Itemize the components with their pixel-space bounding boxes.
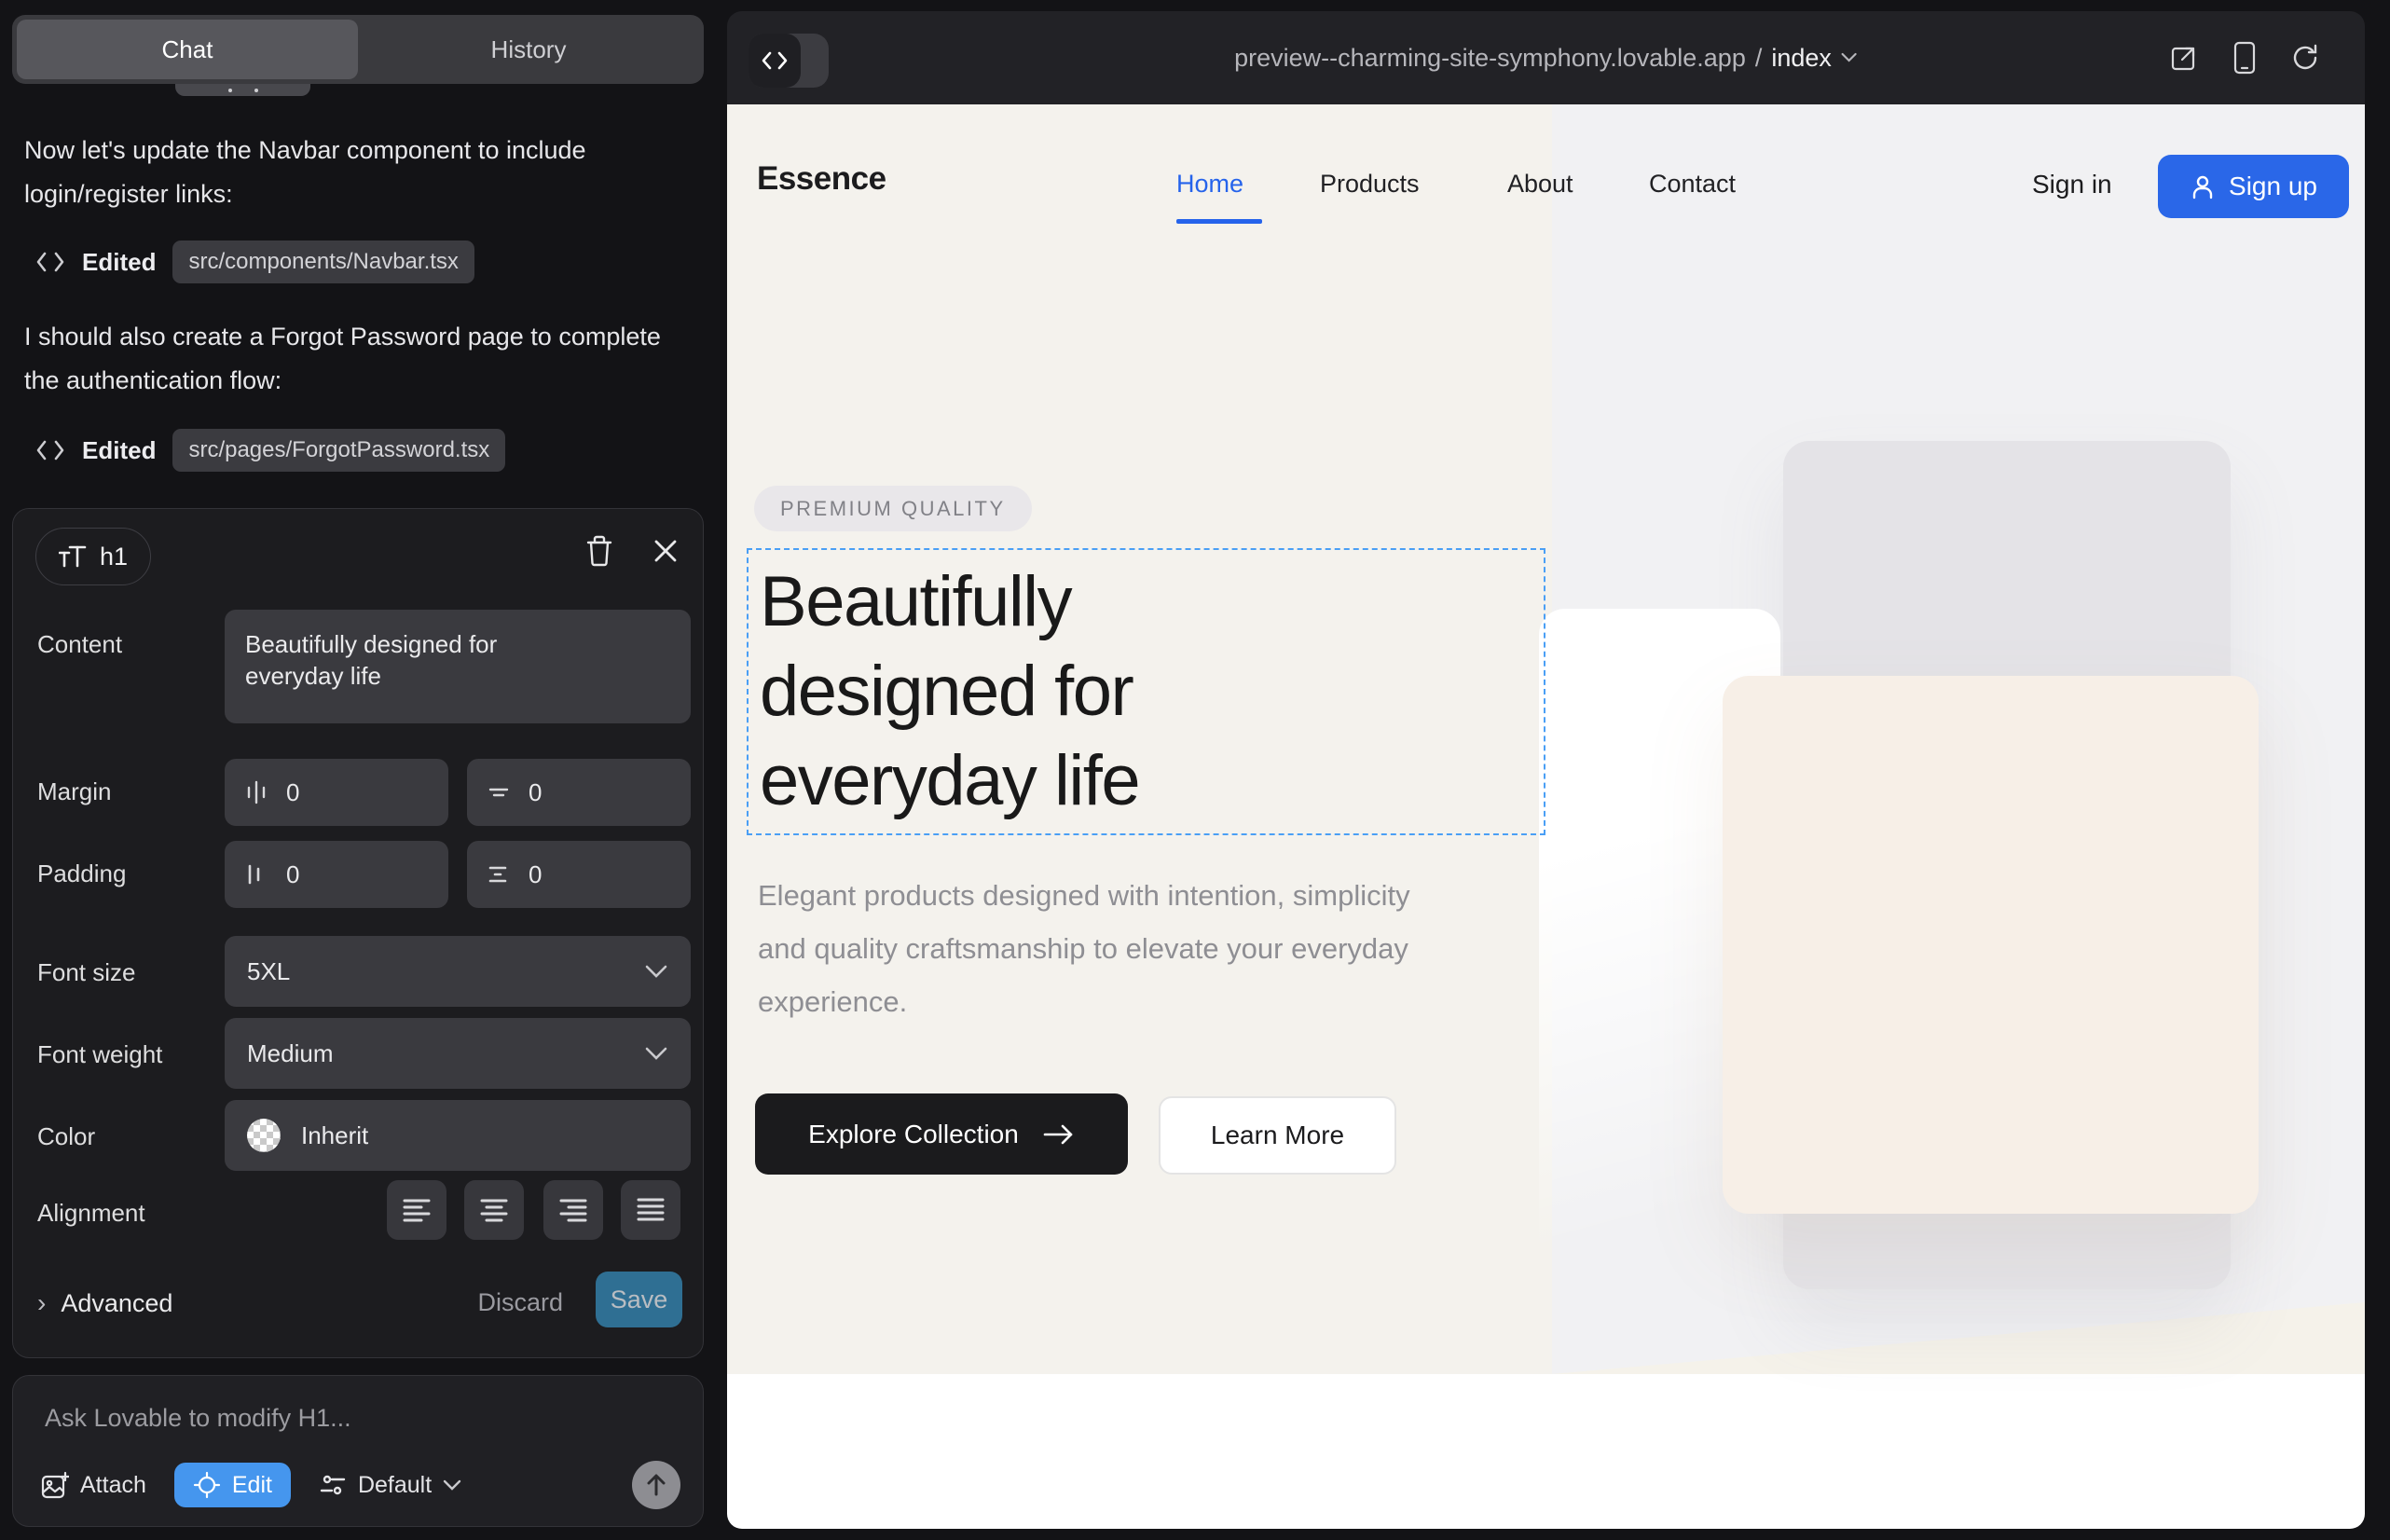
- assistant-message: I should also create a Forgot Password p…: [24, 315, 690, 403]
- tab-chat[interactable]: Chat: [17, 20, 358, 79]
- attach-button[interactable]: Attach: [41, 1471, 146, 1499]
- content-label: Content: [37, 630, 122, 659]
- edited-label: Edited: [82, 436, 156, 465]
- color-select[interactable]: Inherit: [225, 1100, 691, 1171]
- chevron-down-icon: [1841, 52, 1858, 63]
- align-center-icon: [478, 1196, 510, 1224]
- margin-vertical-icon: [486, 779, 512, 805]
- explore-collection-button[interactable]: Explore Collection: [755, 1093, 1128, 1175]
- refresh-icon[interactable]: [2290, 43, 2320, 73]
- hero-heading[interactable]: Beautifully designed for everyday life: [760, 557, 1356, 826]
- url-breadcrumb[interactable]: preview--charming-site-symphony.lovable.…: [1234, 11, 1858, 104]
- transparent-color-swatch: [247, 1119, 281, 1152]
- nav-link-home[interactable]: Home: [1176, 170, 1243, 199]
- margin-x-input[interactable]: 0: [225, 759, 448, 826]
- align-center-button[interactable]: [464, 1180, 524, 1240]
- margin-horizontal-icon: [243, 779, 269, 805]
- learn-more-button[interactable]: Learn More: [1159, 1096, 1396, 1175]
- open-external-icon[interactable]: [2169, 43, 2199, 73]
- edited-file-row: Edited src/components/Navbar.tsx: [35, 241, 474, 283]
- prompt-box: Attach Edit Default: [12, 1375, 704, 1527]
- prompt-input[interactable]: [45, 1404, 660, 1433]
- chevron-down-icon: [443, 1479, 461, 1492]
- edited-file-chip[interactable]: src/components/Navbar.tsx: [172, 241, 474, 283]
- premium-quality-badge: PREMIUM QUALITY: [754, 486, 1032, 531]
- chevron-right-icon: ›: [37, 1288, 46, 1318]
- font-weight-select[interactable]: Medium: [225, 1018, 691, 1089]
- padding-label: Padding: [37, 859, 126, 888]
- element-tag-name: h1: [100, 543, 128, 571]
- font-size-label: Font size: [37, 958, 136, 987]
- chevron-down-icon: [644, 1046, 668, 1061]
- sliders-icon: [319, 1472, 347, 1498]
- chat-history-tabbar: Chat History: [12, 15, 704, 84]
- url-separator: /: [1755, 44, 1763, 73]
- arrow-up-icon: [645, 1473, 667, 1497]
- close-panel-button[interactable]: [652, 538, 679, 564]
- browser-chrome: preview--charming-site-symphony.lovable.…: [727, 11, 2365, 104]
- code-icon: [761, 50, 789, 71]
- delete-element-button[interactable]: [585, 535, 613, 567]
- padding-y-input[interactable]: 0: [467, 841, 691, 908]
- send-button[interactable]: [632, 1461, 680, 1509]
- url-page: index: [1771, 44, 1832, 73]
- selected-element-tag: h1: [35, 528, 151, 585]
- mobile-view-icon[interactable]: [2232, 41, 2257, 75]
- model-default-button[interactable]: Default: [319, 1472, 461, 1499]
- nav-link-products[interactable]: Products: [1320, 170, 1420, 199]
- color-label: Color: [37, 1122, 95, 1151]
- scrolled-chip-peek: [175, 84, 310, 96]
- user-icon: [2190, 173, 2216, 199]
- edited-file-row: Edited src/pages/ForgotPassword.tsx: [35, 429, 505, 472]
- padding-horizontal-icon: [243, 861, 269, 887]
- arrow-right-icon: [1043, 1123, 1075, 1146]
- sign-in-link[interactable]: Sign in: [2032, 170, 2112, 199]
- hero-paragraph: Elegant products designed with intention…: [758, 869, 1443, 1028]
- alignment-label: Alignment: [37, 1199, 145, 1228]
- target-icon: [193, 1471, 221, 1499]
- chat-sidebar: Chat History Now let's update the Navbar…: [0, 0, 727, 1540]
- preview-window: preview--charming-site-symphony.lovable.…: [727, 11, 2365, 1529]
- code-icon: [35, 438, 65, 462]
- margin-label: Margin: [37, 777, 111, 806]
- padding-vertical-icon: [486, 861, 512, 887]
- site-canvas: Essence Home Products About Contact Sign…: [727, 104, 2365, 1529]
- align-right-icon: [557, 1196, 589, 1224]
- edited-label: Edited: [82, 248, 156, 277]
- assistant-message: Now let's update the Navbar component to…: [24, 129, 690, 216]
- align-right-button[interactable]: [543, 1180, 603, 1240]
- text-type-icon: [59, 543, 87, 570]
- code-toggle-segment[interactable]: [749, 34, 801, 88]
- code-view-toggle[interactable]: [749, 34, 829, 88]
- decorative-beige-card: [1723, 676, 2259, 1214]
- attach-image-icon: [41, 1471, 69, 1499]
- code-icon: [35, 250, 65, 274]
- content-textarea[interactable]: Beautifully designed for everyday life: [225, 610, 691, 723]
- align-left-icon: [401, 1196, 433, 1224]
- font-weight-label: Font weight: [37, 1040, 162, 1069]
- padding-x-input[interactable]: 0: [225, 841, 448, 908]
- align-justify-icon: [635, 1196, 666, 1224]
- font-size-select[interactable]: 5XL: [225, 936, 691, 1007]
- url-domain: preview--charming-site-symphony.lovable.…: [1234, 44, 1746, 73]
- margin-y-input[interactable]: 0: [467, 759, 691, 826]
- nav-link-about[interactable]: About: [1507, 170, 1573, 199]
- sign-up-button[interactable]: Sign up: [2158, 155, 2349, 218]
- nav-link-contact[interactable]: Contact: [1649, 170, 1736, 199]
- site-logo[interactable]: Essence: [757, 160, 886, 198]
- element-editor-panel: h1 Content Beautifully designed for ever…: [12, 508, 704, 1358]
- active-nav-underline: [1176, 219, 1262, 224]
- align-justify-button[interactable]: [621, 1180, 680, 1240]
- edit-mode-button[interactable]: Edit: [174, 1463, 291, 1507]
- advanced-toggle[interactable]: › Advanced: [37, 1288, 172, 1318]
- discard-button[interactable]: Discard: [477, 1288, 563, 1317]
- align-left-button[interactable]: [387, 1180, 446, 1240]
- chevron-down-icon: [644, 964, 668, 979]
- tab-history[interactable]: History: [358, 20, 699, 79]
- edited-file-chip[interactable]: src/pages/ForgotPassword.tsx: [172, 429, 505, 472]
- save-button[interactable]: Save: [596, 1272, 682, 1327]
- element-selection-outline: Beautifully designed for everyday life: [747, 548, 1545, 835]
